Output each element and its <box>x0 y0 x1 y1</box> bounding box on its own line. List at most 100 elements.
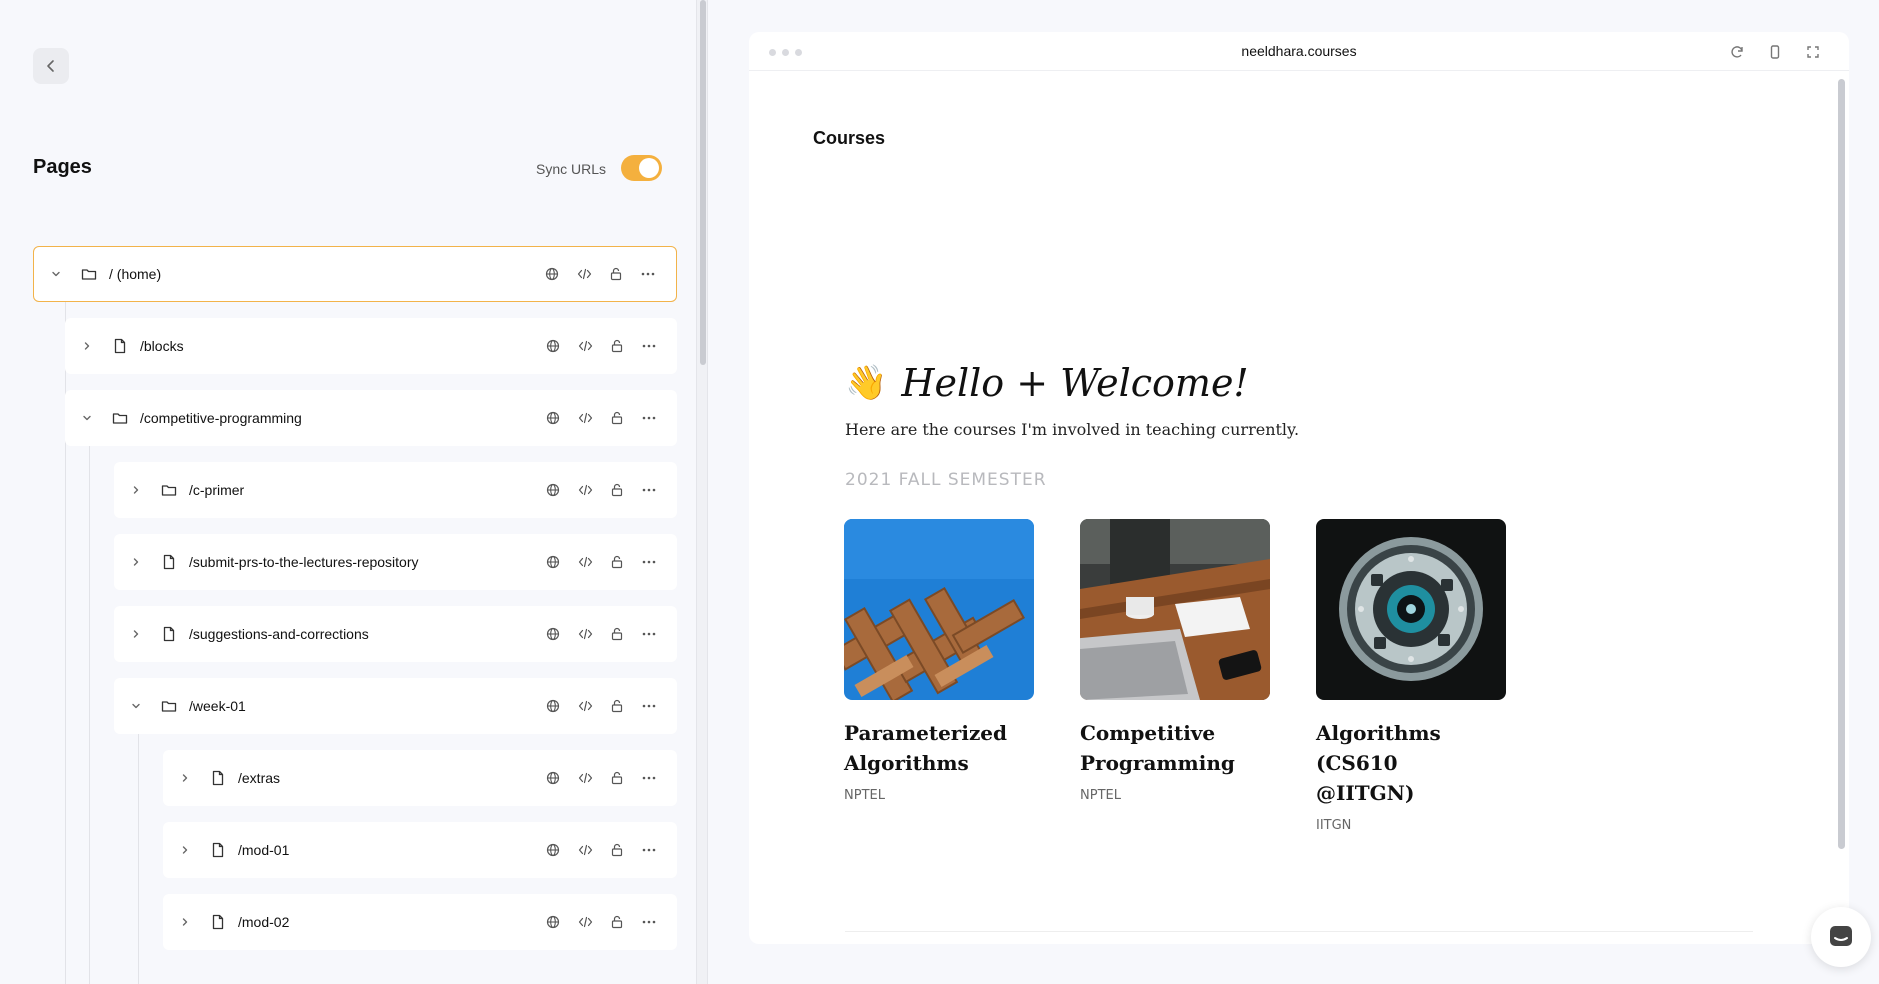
refresh-icon[interactable] <box>1727 42 1747 62</box>
page-tree-row[interactable]: /suggestions-and-corrections <box>114 606 677 662</box>
chevron-right-icon[interactable] <box>177 914 193 930</box>
course-card[interactable]: Algorithms (CS610 @IITGN) IITGN <box>1316 519 1506 833</box>
tree-guide-line <box>138 733 139 984</box>
sidebar-scrollbar[interactable] <box>700 0 706 365</box>
code-icon[interactable] <box>569 555 601 569</box>
chat-icon <box>1830 926 1852 946</box>
chevron-down-icon[interactable] <box>128 698 144 714</box>
folder-icon <box>160 481 178 499</box>
globe-icon[interactable] <box>537 699 569 713</box>
chevron-right-icon[interactable] <box>128 554 144 570</box>
more-options-icon[interactable] <box>633 915 665 929</box>
page-path-label: /submit-prs-to-the-lectures-repository <box>189 554 419 570</box>
more-options-icon[interactable] <box>633 555 665 569</box>
course-card[interactable]: Parameterized Algorithms NPTEL <box>844 519 1034 803</box>
expand-icon[interactable] <box>1803 42 1823 62</box>
more-options-icon[interactable] <box>632 267 664 281</box>
globe-icon[interactable] <box>537 411 569 425</box>
lock-icon[interactable] <box>601 843 633 857</box>
pages-title: Pages <box>33 156 92 178</box>
hello-heading-text: Hello + Welcome! <box>901 361 1249 405</box>
wave-emoji: 👋 <box>845 363 888 403</box>
code-icon[interactable] <box>569 483 601 497</box>
lock-icon[interactable] <box>601 699 633 713</box>
globe-icon[interactable] <box>536 267 568 281</box>
code-icon[interactable] <box>568 267 600 281</box>
footer-divider <box>845 931 1753 932</box>
more-options-icon[interactable] <box>633 843 665 857</box>
more-options-icon[interactable] <box>633 627 665 641</box>
globe-icon[interactable] <box>537 771 569 785</box>
chevron-right-icon[interactable] <box>79 338 95 354</box>
lock-icon[interactable] <box>600 267 632 281</box>
page-path-label: /competitive-programming <box>140 410 302 426</box>
code-icon[interactable] <box>569 771 601 785</box>
page-tree-row[interactable]: /week-01 <box>114 678 677 734</box>
globe-icon[interactable] <box>537 843 569 857</box>
chevron-right-icon[interactable] <box>128 482 144 498</box>
more-options-icon[interactable] <box>633 699 665 713</box>
page-path-label: /c-primer <box>189 482 245 498</box>
folder-icon <box>160 697 178 715</box>
toggle-knob <box>639 158 659 178</box>
course-provider: IITGN <box>1316 818 1352 833</box>
code-icon[interactable] <box>569 339 601 353</box>
code-icon[interactable] <box>569 411 601 425</box>
code-icon[interactable] <box>569 699 601 713</box>
page-tree-row[interactable]: /mod-01 <box>163 822 677 878</box>
lock-icon[interactable] <box>601 555 633 569</box>
course-card[interactable]: Competitive Programming NPTEL <box>1080 519 1270 803</box>
lock-icon[interactable] <box>601 411 633 425</box>
lock-icon[interactable] <box>601 483 633 497</box>
sync-urls-toggle[interactable] <box>621 155 662 181</box>
chevron-right-icon[interactable] <box>177 842 193 858</box>
course-provider: NPTEL <box>1080 788 1121 803</box>
more-options-icon[interactable] <box>633 771 665 785</box>
more-options-icon[interactable] <box>633 483 665 497</box>
chevron-down-icon[interactable] <box>79 410 95 426</box>
panel-resize-handle[interactable] <box>696 0 708 984</box>
globe-icon[interactable] <box>537 483 569 497</box>
course-title[interactable]: Algorithms (CS610 @IITGN) <box>1316 718 1506 808</box>
code-icon[interactable] <box>569 843 601 857</box>
chevron-down-icon[interactable] <box>48 266 64 282</box>
globe-icon[interactable] <box>537 627 569 641</box>
globe-icon[interactable] <box>537 555 569 569</box>
chevron-left-icon <box>47 60 54 72</box>
chevron-right-icon[interactable] <box>177 770 193 786</box>
chevron-right-icon[interactable] <box>128 626 144 642</box>
page-tree-row[interactable]: /submit-prs-to-the-lectures-repository <box>114 534 677 590</box>
lock-icon[interactable] <box>601 627 633 641</box>
lock-icon[interactable] <box>601 771 633 785</box>
course-title[interactable]: Parameterized Algorithms <box>844 718 1034 778</box>
code-icon[interactable] <box>569 915 601 929</box>
globe-icon[interactable] <box>537 339 569 353</box>
page-tree-row[interactable]: /mod-02 <box>163 894 677 950</box>
lock-icon[interactable] <box>601 339 633 353</box>
more-options-icon[interactable] <box>633 411 665 425</box>
semester-label: 2021 FALL SEMESTER <box>845 470 1047 490</box>
course-image-circuit-disc[interactable] <box>1316 519 1506 700</box>
page-tree-row[interactable]: / (home) <box>33 246 677 302</box>
tree-guide-line <box>89 445 90 984</box>
page-icon <box>160 625 178 643</box>
page-path-label: /mod-02 <box>238 914 290 930</box>
lock-icon[interactable] <box>601 915 633 929</box>
page-tree-row[interactable]: /blocks <box>65 318 677 374</box>
more-options-icon[interactable] <box>633 339 665 353</box>
preview-toolbar: neeldhara.courses <box>749 32 1849 71</box>
code-icon[interactable] <box>569 627 601 641</box>
chat-launcher-button[interactable] <box>1811 907 1871 967</box>
preview-scrollbar[interactable] <box>1838 79 1845 849</box>
page-icon <box>160 553 178 571</box>
site-title[interactable]: Courses <box>813 128 885 149</box>
course-title[interactable]: Competitive Programming <box>1080 718 1270 778</box>
page-tree-row[interactable]: /c-primer <box>114 462 677 518</box>
course-image-wooden-blocks[interactable] <box>844 519 1034 700</box>
mobile-view-icon[interactable] <box>1765 42 1785 62</box>
page-tree-row[interactable]: /competitive-programming <box>65 390 677 446</box>
course-image-desk-laptop[interactable] <box>1080 519 1270 700</box>
page-tree-row[interactable]: /extras <box>163 750 677 806</box>
back-button[interactable] <box>33 48 69 84</box>
globe-icon[interactable] <box>537 915 569 929</box>
